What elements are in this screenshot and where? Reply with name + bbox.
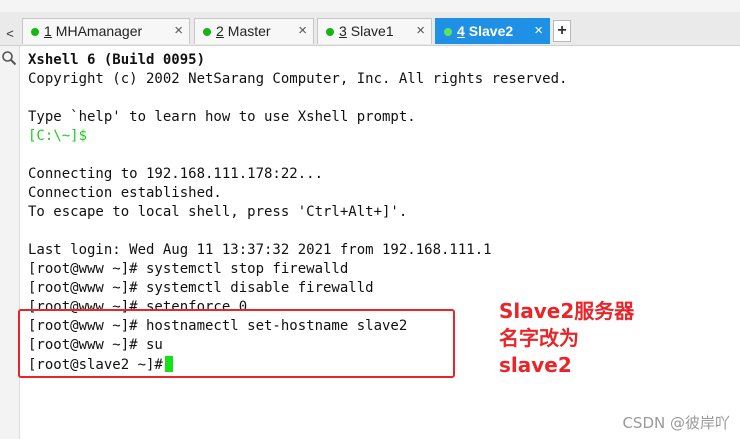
help-line: Type `help' to learn how to use Xshell p… xyxy=(28,109,416,125)
last-login-line: Last login: Wed Aug 11 13:37:32 2021 fro… xyxy=(28,242,492,258)
tab-slave2[interactable]: 4 Slave2 × xyxy=(435,18,550,44)
tab-number: 1 xyxy=(44,23,52,39)
search-icon[interactable] xyxy=(1,50,17,66)
left-tool-strip xyxy=(0,46,20,439)
watermark: CSDN @彼岸吖 xyxy=(622,414,730,432)
annotation-line: Slave2服务器 xyxy=(499,299,635,323)
established-line: Connection established. xyxy=(28,185,222,201)
tab-number: 3 xyxy=(339,23,347,39)
session-tab-bar: < 1 MHAmanager × 2 Master × 3 Slave1 × 4 Sla… xyxy=(0,12,740,46)
cropped-text xyxy=(2,0,5,7)
tab-title: Slave2 xyxy=(468,23,514,39)
command-line: [root@www ~]# systemctl stop firewalld xyxy=(28,261,349,277)
close-tab-icon[interactable]: × xyxy=(298,22,307,39)
terminal-output[interactable]: Xshell 6 (Build 0095) Copyright (c) 2002… xyxy=(20,46,740,439)
annotation-line: slave2 xyxy=(499,353,572,377)
close-tab-icon[interactable]: × xyxy=(534,22,543,39)
connecting-line: Connecting to 192.168.111.178:22... xyxy=(28,166,324,182)
add-tab-button[interactable]: + xyxy=(553,20,571,42)
connected-status-icon xyxy=(203,28,211,36)
tab-mhamanager[interactable]: 1 MHAmanager × xyxy=(22,18,190,44)
tab-scroll-left-icon[interactable]: < xyxy=(0,26,20,41)
connected-status-icon xyxy=(326,28,334,36)
annotation-line: 名字改为 xyxy=(499,326,579,350)
banner-title: Xshell 6 (Build 0095) xyxy=(28,52,206,68)
local-prompt: [C:\~]$ xyxy=(28,128,88,144)
highlight-box xyxy=(18,309,455,378)
tab-slave1[interactable]: 3 Slave1 × xyxy=(317,18,432,44)
tab-number: 2 xyxy=(216,23,224,39)
connected-status-icon xyxy=(444,28,452,36)
close-tab-icon[interactable]: × xyxy=(416,22,425,39)
tab-title: Master xyxy=(227,23,271,39)
close-tab-icon[interactable]: × xyxy=(174,22,183,39)
command-line: [root@www ~]# systemctl disable firewall… xyxy=(28,280,374,296)
copyright-line: Copyright (c) 2002 NetSarang Computer, I… xyxy=(28,71,568,87)
tab-title: Slave1 xyxy=(350,23,394,39)
top-cropped-header xyxy=(0,0,740,12)
annotation-note: Slave2服务器 名字改为 slave2 xyxy=(499,298,634,379)
connected-status-icon xyxy=(31,28,39,36)
escape-hint-line: To escape to local shell, press 'Ctrl+Al… xyxy=(28,204,408,220)
tab-title: MHAmanager xyxy=(55,23,143,39)
tab-master[interactable]: 2 Master × xyxy=(194,18,314,44)
tab-number: 4 xyxy=(457,23,465,39)
